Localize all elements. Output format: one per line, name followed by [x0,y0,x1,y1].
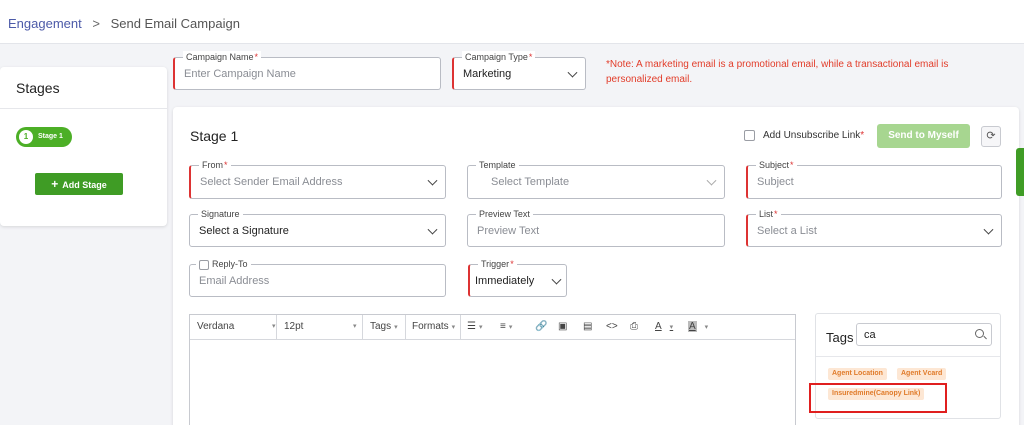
tags-title: Tags [826,330,854,345]
stages-panel: Stages 1 Stage 1 + Add Stage [0,67,167,226]
chevron-down-icon [427,175,438,186]
breadcrumb-current: Send Email Campaign [110,16,240,31]
tag-search-input[interactable]: ca [856,323,992,346]
list-select[interactable]: List* Select a List [746,208,1002,247]
subject-value: Subject [757,176,794,188]
toolbar-separator [362,315,363,339]
stages-title: Stages [16,80,60,96]
divider [0,108,167,109]
template-select[interactable]: Template Select Template [467,159,725,199]
font-size-select[interactable]: 12pt ▾ [284,315,360,339]
preview-text-input[interactable]: Preview Text Preview Text [467,208,725,247]
reply-to-label: Reply-To [196,258,251,270]
trigger-value: Immediately [475,274,535,287]
toolbar-separator [460,315,461,339]
add-stage-button[interactable]: + Add Stage [35,173,123,195]
toolbar-separator [276,315,277,339]
reply-to-checkbox[interactable] [199,259,209,270]
breadcrumb-separator: > [92,16,100,31]
code-icon[interactable]: <> [606,315,618,339]
tags-menu[interactable]: Tags ▾ [370,315,398,339]
campaign-type-value: Marketing [463,67,512,80]
tag-search-value: ca [864,329,876,341]
campaign-type-select[interactable]: Campaign Type* Marketing [452,51,586,90]
reply-to-input[interactable]: Reply-To Email Address [189,258,446,297]
reply-to-value: Email Address [199,274,270,287]
breadcrumb: Engagement > Send Email Campaign [8,16,240,31]
signature-value: Select a Signature [199,224,289,237]
send-to-myself-button[interactable]: Send to Myself [877,124,970,148]
signature-select[interactable]: Signature Select a Signature [189,208,446,247]
email-body-editor[interactable]: Verdana ▾ 12pt ▾ Tags ▾ Formats ▾ ☰ ▾ ≡ ▾ 🔗 ▣ … [189,314,796,425]
formats-menu[interactable]: Formats ▾ [412,315,455,339]
trigger-select[interactable]: Trigger* Immediately [468,258,567,297]
plus-icon: + [51,177,59,191]
campaign-name-field[interactable]: Campaign Name* Enter Campaign Name [173,51,441,90]
print-icon[interactable]: ⎙ [630,315,638,339]
chevron-down-icon [567,67,578,78]
image-icon[interactable]: ▣ [558,315,567,339]
chevron-down-icon [551,274,562,285]
media-icon[interactable]: ▤ [583,315,592,339]
bullet-list-icon[interactable]: ☰ ▾ [467,315,482,339]
preview-text-label: Preview Text [476,208,533,220]
toolbar-separator [405,315,406,339]
search-icon[interactable] [975,329,984,338]
tag-chip-agent-vcard[interactable]: Agent Vcard [897,368,947,380]
stage-pill-label: Stage 1 [38,133,63,140]
background-color-icon[interactable]: A ▾ [688,315,708,339]
campaign-type-label: Campaign Type* [462,51,536,63]
list-value: Select a List [757,224,817,237]
chevron-down-icon [706,175,717,186]
stage-title: Stage 1 [190,128,239,144]
refresh-icon[interactable]: ⟳ [981,126,1001,147]
template-value: Select Template [491,176,570,188]
chevron-down-icon [983,224,994,235]
top-bar: Engagement > Send Email Campaign [0,0,1024,44]
campaign-name-label: Campaign Name* [183,51,262,63]
subject-input[interactable]: Subject* Subject [746,159,1002,199]
from-label: From* [199,159,231,171]
template-label: Template [476,159,519,171]
link-icon[interactable]: 🔗 [535,315,547,339]
side-drawer-tab[interactable] [1016,148,1024,196]
highlight-box [809,383,947,413]
chevron-down-icon [427,224,438,235]
tag-chip-agent-location[interactable]: Agent Location [828,368,887,380]
stage-number-badge: 1 [19,130,33,144]
signature-label: Signature [198,208,243,220]
stage-1-pill[interactable]: 1 Stage 1 [16,127,72,147]
trigger-label: Trigger* [478,258,517,270]
preview-text-value: Preview Text [477,224,540,237]
campaign-type-note: *Note: A marketing email is a promotiona… [606,59,949,85]
campaign-name-input[interactable]: Enter Campaign Name [184,68,296,80]
divider [816,356,1000,357]
editor-toolbar: Verdana ▾ 12pt ▾ Tags ▾ Formats ▾ ☰ ▾ ≡ ▾ 🔗 ▣ … [190,315,795,340]
text-color-icon[interactable]: A ▾ [655,315,673,339]
unsubscribe-checkbox[interactable] [744,130,755,141]
from-select[interactable]: From* Select Sender Email Address [189,159,446,199]
from-value: Select Sender Email Address [200,176,343,188]
add-stage-label: Add Stage [62,180,107,190]
breadcrumb-engagement-link[interactable]: Engagement [8,16,82,31]
numbered-list-icon[interactable]: ≡ ▾ [500,315,512,339]
subject-label: Subject* [756,159,797,171]
unsubscribe-option[interactable]: Add Unsubscribe Link* [744,130,864,141]
list-label: List* [756,208,781,220]
unsubscribe-label: Add Unsubscribe Link [763,130,861,142]
font-family-select[interactable]: Verdana ▾ [197,315,276,339]
